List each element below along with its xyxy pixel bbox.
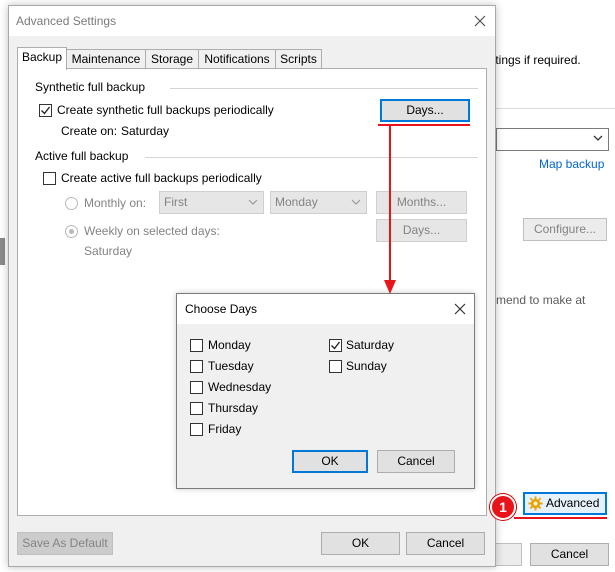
monthly-label: Monthly on: [84, 196, 147, 210]
choose-days-cancel-button[interactable]: Cancel [377, 450, 455, 473]
background-hint-text: ttings if required. [492, 53, 581, 67]
day-label-saturday[interactable]: Saturday [346, 338, 394, 352]
map-backup-link[interactable]: Map backup [539, 157, 604, 171]
configure-button[interactable]: Configure... [523, 218, 607, 241]
annotation-step-badge: 1 [490, 494, 516, 520]
day-checkbox-friday[interactable] [190, 423, 203, 436]
monthly-radio[interactable] [65, 197, 78, 210]
day-checkbox-tuesday[interactable] [190, 360, 203, 373]
checkmark-icon [41, 106, 51, 115]
background-cancel-button[interactable]: Cancel [530, 543, 609, 566]
advanced-button[interactable]: Advanced [523, 492, 607, 515]
day-label-wednesday[interactable]: Wednesday [208, 380, 271, 394]
ok-button[interactable]: OK [321, 532, 400, 555]
day-label-monday[interactable]: Monday [208, 338, 251, 352]
tab-notifications[interactable]: Notifications [198, 49, 276, 69]
tab-backup[interactable]: Backup [17, 47, 67, 70]
background-recommend-text: mend to make at [496, 293, 586, 307]
gear-icon [528, 496, 543, 511]
choose-days-dialog: Choose Days Monday Tuesday Wednesday Thu… [176, 293, 475, 489]
tab-maintenance[interactable]: Maintenance [66, 49, 146, 69]
day-checkbox-sunday[interactable] [329, 360, 342, 373]
weekly-value: Saturday [84, 244, 133, 258]
close-icon[interactable] [465, 6, 495, 36]
dialog-title-bar: Advanced Settings [9, 6, 495, 36]
chevron-down-icon [593, 135, 603, 141]
weekly-radio[interactable] [65, 225, 78, 238]
active-section-label: Active full backup [35, 149, 129, 163]
monthly-day-value: Monday [275, 195, 318, 209]
synthetic-checkbox[interactable] [39, 104, 52, 117]
choose-days-title-bar: Choose Days [177, 294, 474, 324]
tab-storage[interactable]: Storage [145, 49, 199, 69]
weekly-label: Weekly on selected days: [84, 224, 220, 238]
close-icon[interactable] [445, 294, 475, 324]
synthetic-days-button[interactable]: Days... [380, 99, 470, 122]
day-label-friday[interactable]: Friday [208, 422, 241, 436]
cancel-button[interactable]: Cancel [406, 532, 485, 555]
day-label-thursday[interactable]: Thursday [208, 401, 258, 415]
create-on-value: Saturday [121, 124, 170, 138]
create-on-label: Create on: [61, 124, 118, 138]
synthetic-section-label: Synthetic full backup [35, 80, 146, 94]
synthetic-checkbox-label[interactable]: Create synthetic full backups periodical… [57, 103, 274, 117]
chevron-down-icon [248, 199, 258, 205]
day-label-tuesday[interactable]: Tuesday [208, 359, 254, 373]
dialog-title: Advanced Settings [16, 14, 117, 28]
active-checkbox-label[interactable]: Create active full backups periodically [61, 171, 262, 185]
day-checkbox-thursday[interactable] [190, 402, 203, 415]
active-checkbox[interactable] [43, 172, 56, 185]
background-dropdown[interactable] [496, 128, 609, 151]
monthly-first-select[interactable]: First [159, 191, 264, 214]
save-as-default-button[interactable]: Save As Default [17, 532, 113, 555]
day-checkbox-wednesday[interactable] [190, 381, 203, 394]
day-checkbox-saturday[interactable] [329, 339, 342, 352]
annotation-underline-advanced [514, 517, 607, 519]
background-divider [493, 108, 615, 109]
synthetic-separator [170, 88, 478, 89]
advanced-button-label: Advanced [546, 496, 600, 510]
checkmark-icon [331, 341, 341, 350]
chevron-down-icon [351, 199, 361, 205]
tab-scripts[interactable]: Scripts [275, 49, 322, 69]
day-checkbox-monday[interactable] [190, 339, 203, 352]
choose-days-title: Choose Days [185, 302, 258, 316]
active-separator [145, 157, 478, 158]
monthly-day-select[interactable]: Monday [270, 191, 367, 214]
choose-days-ok-button[interactable]: OK [292, 450, 368, 473]
day-label-sunday[interactable]: Sunday [346, 359, 387, 373]
annotation-arrow [384, 124, 396, 294]
background-left-edge [0, 238, 5, 265]
monthly-first-value: First [164, 195, 188, 209]
